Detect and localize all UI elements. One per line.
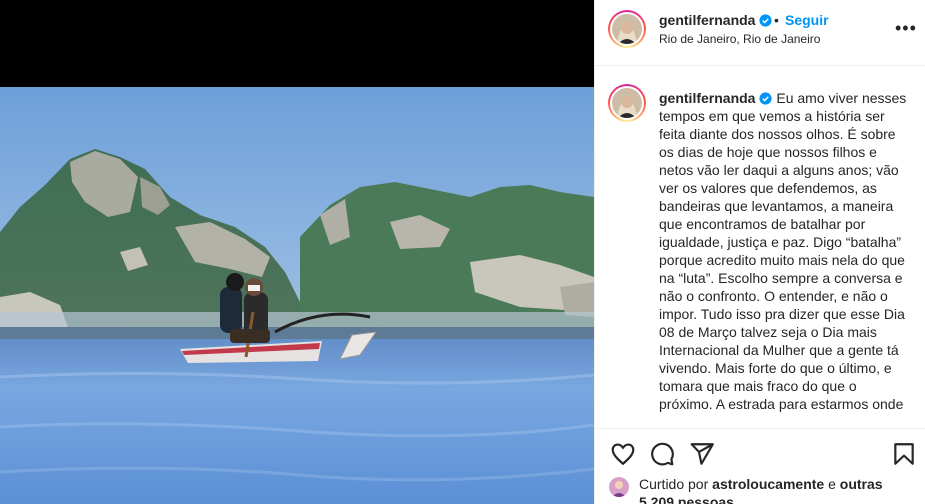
post-details-panel: gentilfernanda • Seguir Rio de Janeiro, …: [594, 0, 925, 504]
post-photo[interactable]: [0, 87, 594, 504]
follow-button[interactable]: Seguir: [785, 12, 829, 28]
post-media[interactable]: [0, 0, 594, 504]
profile-photo-icon: [612, 14, 642, 44]
liker-photo-icon: [609, 477, 629, 497]
heart-icon[interactable]: [610, 441, 636, 467]
verified-badge-icon: [759, 14, 773, 27]
liker-username[interactable]: astroloucamente: [712, 476, 824, 492]
canoe-photo: [0, 87, 594, 504]
location-link[interactable]: Rio de Janeiro, Rio de Janeiro: [659, 32, 820, 46]
liker-avatar[interactable]: [609, 477, 629, 497]
comment-icon[interactable]: [649, 441, 675, 467]
share-icon[interactable]: [689, 441, 715, 467]
liked-by-connector: e: [828, 476, 836, 492]
more-options-button[interactable]: •••: [895, 18, 917, 39]
comments-section: gentilfernanda Eu amo viver nesses tempo…: [595, 66, 925, 428]
bookmark-icon[interactable]: [891, 441, 917, 467]
post-header: gentilfernanda • Seguir Rio de Janeiro, …: [595, 0, 925, 66]
header-username-group: gentilfernanda: [659, 12, 773, 28]
post-caption: gentilfernanda Eu amo viver nesses tempo…: [659, 89, 909, 413]
separator-dot: •: [774, 12, 779, 28]
caption-avatar[interactable]: [608, 84, 646, 122]
profile-photo-icon: [612, 88, 642, 118]
likes-text: Curtido por astroloucamente e outras 5.2…: [639, 475, 909, 504]
username-link[interactable]: gentilfernanda: [659, 12, 755, 28]
verified-badge-icon: [759, 92, 773, 105]
liked-by-prefix: Curtido por: [639, 476, 709, 492]
caption-text: Eu amo viver nesses tempos em que vemos …: [659, 90, 907, 412]
post-actions: Curtido por astroloucamente e outras 5.2…: [595, 428, 925, 504]
caption-username[interactable]: gentilfernanda: [659, 90, 755, 106]
avatar[interactable]: [608, 10, 646, 48]
